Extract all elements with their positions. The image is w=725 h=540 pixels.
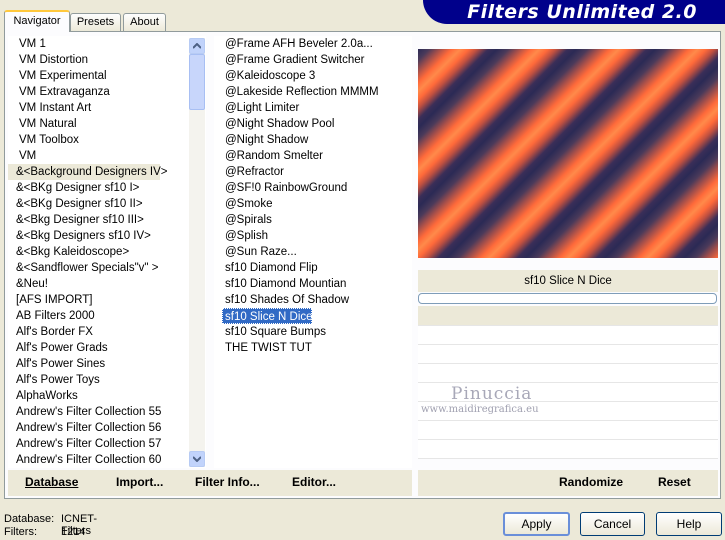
selected-filter-name: sf10 Slice N Dice: [418, 270, 718, 292]
watermark-url: www.maidiregrafica.eu: [421, 404, 539, 415]
list-item[interactable]: @Kaleidoscope 3: [214, 68, 412, 84]
list-item[interactable]: &<BKg Designer sf10 II>: [8, 196, 206, 212]
chevron-up-icon: [193, 43, 201, 49]
list-item[interactable]: VM Natural: [8, 116, 206, 132]
list-item[interactable]: @Lakeside Reflection MMMM: [214, 84, 412, 100]
list-item[interactable]: &<Bkg Designers sf10 IV>: [8, 228, 206, 244]
list-item[interactable]: AB Filters 2000: [8, 308, 206, 324]
reset-button[interactable]: Reset: [658, 475, 691, 489]
app-title: Filters Unlimited 2.0: [467, 1, 697, 23]
filter-preview-image: [418, 49, 718, 258]
filters-label: Filters:: [4, 526, 37, 538]
progress-bar: [418, 293, 717, 304]
parameter-row: [418, 364, 718, 383]
list-item[interactable]: Andrew's Filter Collection 60: [8, 452, 206, 468]
filter-info-button[interactable]: Filter Info...: [195, 475, 260, 489]
list-item[interactable]: THE TWIST TUT: [214, 340, 412, 356]
parameter-row: [418, 326, 718, 345]
list-item[interactable]: @Splish: [214, 228, 412, 244]
scroll-thumb[interactable]: [189, 54, 205, 110]
list-item[interactable]: sf10 Square Bumps: [214, 324, 412, 340]
scroll-down-button[interactable]: [189, 451, 205, 467]
list-item[interactable]: &<Sandflower Specials"v" >: [8, 260, 206, 276]
tab-navigator[interactable]: Navigator: [4, 10, 70, 32]
list-item[interactable]: VM: [8, 148, 206, 164]
cancel-button[interactable]: Cancel: [580, 512, 645, 536]
filter-list[interactable]: @Frame AFH Beveler 2.0a... @Frame Gradie…: [214, 36, 412, 468]
import-button[interactable]: Import...: [116, 475, 163, 489]
parameter-row: [418, 440, 718, 459]
list-item[interactable]: sf10 Diamond Flip: [214, 260, 412, 276]
database-button[interactable]: Database: [25, 475, 78, 489]
list-item[interactable]: Alf's Power Sines: [8, 356, 206, 372]
apply-button[interactable]: Apply: [503, 512, 570, 536]
help-button[interactable]: Help: [656, 512, 722, 536]
list-item-selected-filter[interactable]: sf10 Slice N Dice: [222, 308, 313, 324]
list-item[interactable]: &<Bkg Designer sf10 III>: [8, 212, 206, 228]
list-item[interactable]: @Refractor: [214, 164, 412, 180]
list-item[interactable]: sf10 Shades Of Shadow: [214, 292, 412, 308]
list-item[interactable]: @Smoke: [214, 196, 412, 212]
list-item[interactable]: AlphaWorks: [8, 388, 206, 404]
list-item[interactable]: @Spirals: [214, 212, 412, 228]
parameter-row: [418, 306, 718, 326]
tab-presets[interactable]: Presets: [70, 13, 121, 31]
parameter-row: [418, 345, 718, 364]
list-item[interactable]: @Frame Gradient Switcher: [214, 52, 412, 68]
list-item[interactable]: Andrew's Filter Collection 55: [8, 404, 206, 420]
list-item[interactable]: @Light Limiter: [214, 100, 412, 116]
list-item[interactable]: VM Instant Art: [8, 100, 206, 116]
list-item[interactable]: @Sun Raze...: [214, 244, 412, 260]
list-item[interactable]: VM Toolbox: [8, 132, 206, 148]
list-item[interactable]: &<Bkg Kaleidoscope>: [8, 244, 206, 260]
category-list[interactable]: VM 1 VM Distortion VM Experimental VM Ex…: [8, 36, 206, 468]
list-item[interactable]: &<BKg Designer sf10 I>: [8, 180, 206, 196]
list-item[interactable]: @Night Shadow Pool: [214, 116, 412, 132]
list-item[interactable]: Alf's Power Toys: [8, 372, 206, 388]
filters-status: Filters: 1214: [4, 526, 85, 538]
list-item[interactable]: VM Extravaganza: [8, 84, 206, 100]
watermark-name: Pinuccia: [451, 384, 533, 404]
list-item[interactable]: [AFS IMPORT]: [8, 292, 206, 308]
chevron-down-icon: [193, 456, 201, 462]
list-item[interactable]: Alf's Power Grads: [8, 340, 206, 356]
list-item[interactable]: sf10 Diamond Mountian: [214, 276, 412, 292]
list-item[interactable]: @SF!0 RainbowGround: [214, 180, 412, 196]
list-item[interactable]: @Frame AFH Beveler 2.0a...: [214, 36, 412, 52]
list-item[interactable]: VM Distortion: [8, 52, 206, 68]
database-label: Database:: [4, 513, 55, 525]
list-item[interactable]: @Random Smelter: [214, 148, 412, 164]
list-item[interactable]: VM 1: [8, 36, 206, 52]
scroll-up-button[interactable]: [189, 38, 205, 54]
filters-count: 1214: [61, 526, 86, 538]
editor-button[interactable]: Editor...: [292, 475, 336, 489]
list-item[interactable]: Alf's Border FX: [8, 324, 206, 340]
list-item[interactable]: Andrew's Filter Collection 56: [8, 420, 206, 436]
list-item[interactable]: @Night Shadow: [214, 132, 412, 148]
parameter-row: [418, 421, 718, 440]
tab-about[interactable]: About: [123, 13, 166, 31]
list-item[interactable]: VM Experimental: [8, 68, 206, 84]
list-item-selected-category[interactable]: &<Background Designers IV>: [8, 164, 168, 180]
category-scrollbar[interactable]: [189, 38, 205, 467]
database-status: Database: ICNET-Filters: [4, 513, 97, 537]
list-item[interactable]: &Neu!: [8, 276, 206, 292]
title-banner: Filters Unlimited 2.0: [423, 0, 725, 24]
randomize-button[interactable]: Randomize: [559, 475, 623, 489]
list-item[interactable]: Andrew's Filter Collection 57: [8, 436, 206, 452]
